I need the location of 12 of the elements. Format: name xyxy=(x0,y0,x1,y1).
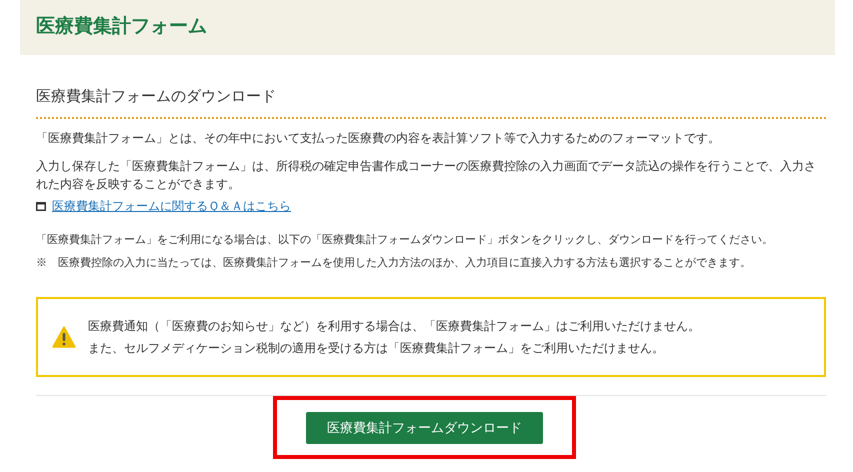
intro-paragraph: 入力し保存した「医療費集計フォーム」は、所得税の確定申告書作成コーナーの医療費控除の入力画面でデータ読込の操作を行うことで、入力された内容を反映することができます。 xyxy=(36,158,817,193)
warning-text: また、セルフメディケーション税制の適用を受ける方は「医療費集計フォーム」をご利用いただけません。 xyxy=(88,340,665,357)
intro-paragraph: 「医療費集計フォーム」とは、その年中において支払った医療費の内容を表計算ソフト等で入力するためのフォーマットです。 xyxy=(36,130,721,147)
section-heading: 医療費集計フォームのダウンロード xyxy=(36,87,277,107)
instruction-text: 「医療費集計フォーム」をご利用になる場合は、以下の「医療費集計フォームダウンロード」ボタンをクリックし、ダウンロードを行ってください。 xyxy=(36,232,774,248)
window-icon xyxy=(36,202,46,210)
page-title: 医療費集計フォーム xyxy=(36,14,207,40)
faq-link[interactable]: 医療費集計フォームに関するＱ＆Ａはこちら xyxy=(52,197,291,215)
warning-icon xyxy=(52,326,76,348)
warning-text: 医療費通知（「医療費のお知らせ」など）を利用する場合は、「医療費集計フォーム」はご利用いただけません。 xyxy=(88,318,700,335)
download-button[interactable]: 医療費集計フォームダウンロード xyxy=(306,412,543,444)
instruction-text: ※ 医療費控除の入力に当たっては、医療費集計フォームを使用した入力方法のほか、入力項目に直接入力する方法も選択することができます。 xyxy=(36,256,752,271)
